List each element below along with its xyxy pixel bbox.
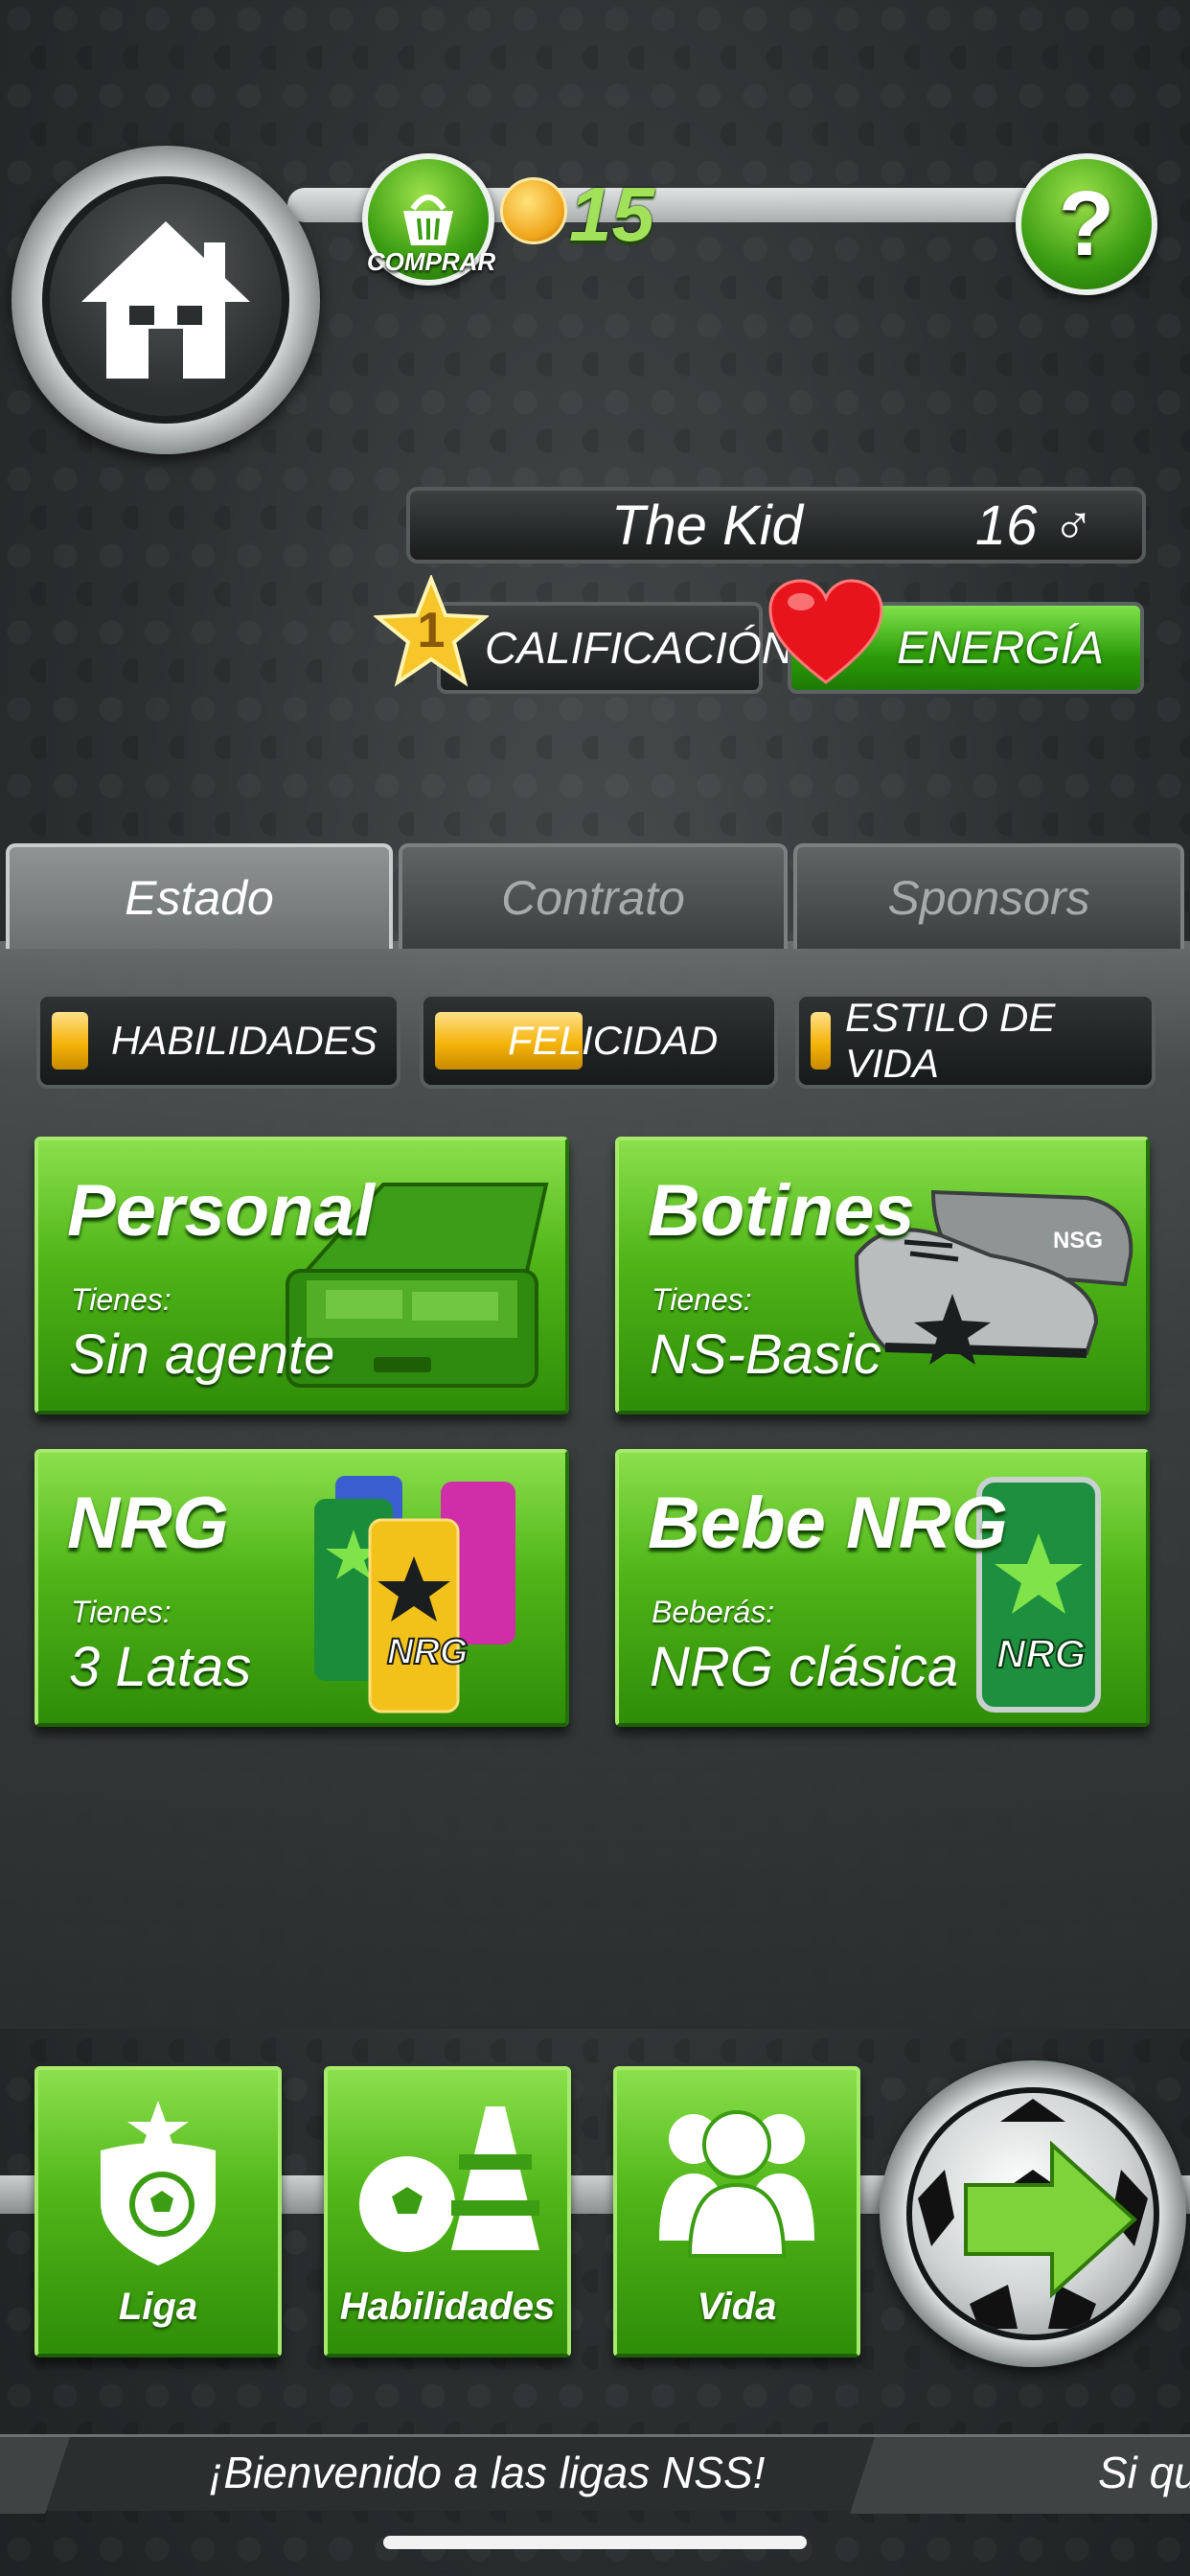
can-brand-text: NRG — [387, 1632, 468, 1672]
buy-label: COMPRAR — [366, 247, 496, 276]
help-button[interactable]: ? — [1016, 153, 1157, 295]
boot-brand-text: NSG — [1053, 1228, 1103, 1254]
people-icon — [659, 2110, 814, 2258]
card-value: Sin agente — [69, 1323, 335, 1386]
home-button[interactable] — [42, 176, 289, 424]
card-title: Bebe NRG — [648, 1483, 1008, 1564]
card-subtitle: Tienes: — [652, 1282, 752, 1317]
heart-icon — [768, 579, 883, 684]
tab-sponsors[interactable]: Sponsors — [793, 843, 1184, 949]
rating-value: 1 — [417, 603, 446, 658]
gender-icon: ♂ — [1052, 494, 1095, 557]
card-subtitle: Beberás: — [652, 1595, 775, 1629]
nav-habilidades-button[interactable]: Habilidades — [324, 2066, 571, 2358]
card-subtitle: Tienes: — [71, 1595, 172, 1629]
card-personal[interactable]: Personal Tienes: Sin agente — [34, 1137, 569, 1414]
card-bebe-nrg[interactable]: NRG Bebe NRG Beberás: NRG clásica — [615, 1449, 1150, 1727]
card-title: Personal — [67, 1170, 376, 1252]
ball-cone-icon — [359, 2106, 539, 2252]
player-age: 16 — [974, 494, 1038, 557]
stat-label: HABILIDADES — [111, 1018, 378, 1063]
nav-label: Vida — [697, 2286, 777, 2328]
card-botines[interactable]: NSG Botines Tienes: NS-Basic — [615, 1137, 1150, 1414]
basket-icon — [403, 195, 453, 245]
tab-contrato[interactable]: Contrato — [399, 843, 788, 949]
ticker-message-next: Si qu — [1098, 2448, 1190, 2497]
rating-label: CALIFICACIÓN — [485, 623, 794, 673]
can-brand-text: NRG — [996, 1631, 1086, 1676]
energy-label: ENERGÍA — [897, 622, 1105, 674]
card-nrg[interactable]: NRG NRG Tienes: 3 Latas — [34, 1449, 569, 1727]
ticker-segment — [0, 2437, 70, 2514]
player-info-bar: The Kid 16 ♂ — [406, 487, 1146, 564]
home-indicator — [383, 2536, 807, 2549]
ticker-message: ¡Bienvenido a las ligas NSS! — [209, 2448, 766, 2497]
stat-fill-estilo-de-vida — [811, 1012, 831, 1070]
coin-icon — [500, 177, 567, 244]
stat-fill-habilidades — [52, 1012, 88, 1070]
card-title: Botines — [648, 1170, 915, 1252]
card-value: NRG clásica — [650, 1636, 959, 1698]
play-next-button[interactable] — [906, 2087, 1159, 2340]
card-value: NS-Basic — [650, 1323, 881, 1386]
home-icon — [81, 221, 250, 379]
nav-vida-button[interactable]: Vida — [613, 2066, 860, 2358]
tab-bar: Estado Contrato Sponsors — [0, 843, 1190, 949]
stat-bar-habilidades[interactable]: HABILIDADES — [36, 993, 400, 1089]
player-age-gender: 16 ♂ — [975, 494, 1094, 558]
stat-label: FELICIDAD — [508, 1018, 719, 1063]
league-shield-icon — [101, 2101, 216, 2266]
card-value: 3 Latas — [69, 1636, 252, 1698]
news-ticker: ¡Bienvenido a las ligas NSS! Si qu — [0, 2434, 1190, 2514]
nav-label: Liga — [118, 2286, 198, 2328]
question-icon: ? — [1058, 172, 1115, 275]
energy-cans-icon: NRG — [314, 1476, 515, 1714]
card-title: NRG — [67, 1483, 229, 1564]
stat-bar-felicidad[interactable]: FELICIDAD — [420, 993, 778, 1089]
card-subtitle: Tienes: — [71, 1282, 172, 1317]
player-name: The Kid — [611, 494, 803, 557]
stat-bar-estilo-de-vida[interactable]: ESTILO DE VIDA — [795, 993, 1156, 1089]
nav-liga-button[interactable]: Liga — [34, 2066, 282, 2358]
tab-estado[interactable]: Estado — [6, 843, 393, 949]
nav-label: Habilidades — [339, 2286, 556, 2328]
coin-count: 15 — [569, 172, 654, 257]
soccer-ball-arrow-icon — [918, 2099, 1148, 2329]
stat-label: ESTILO DE VIDA — [845, 995, 1056, 1086]
